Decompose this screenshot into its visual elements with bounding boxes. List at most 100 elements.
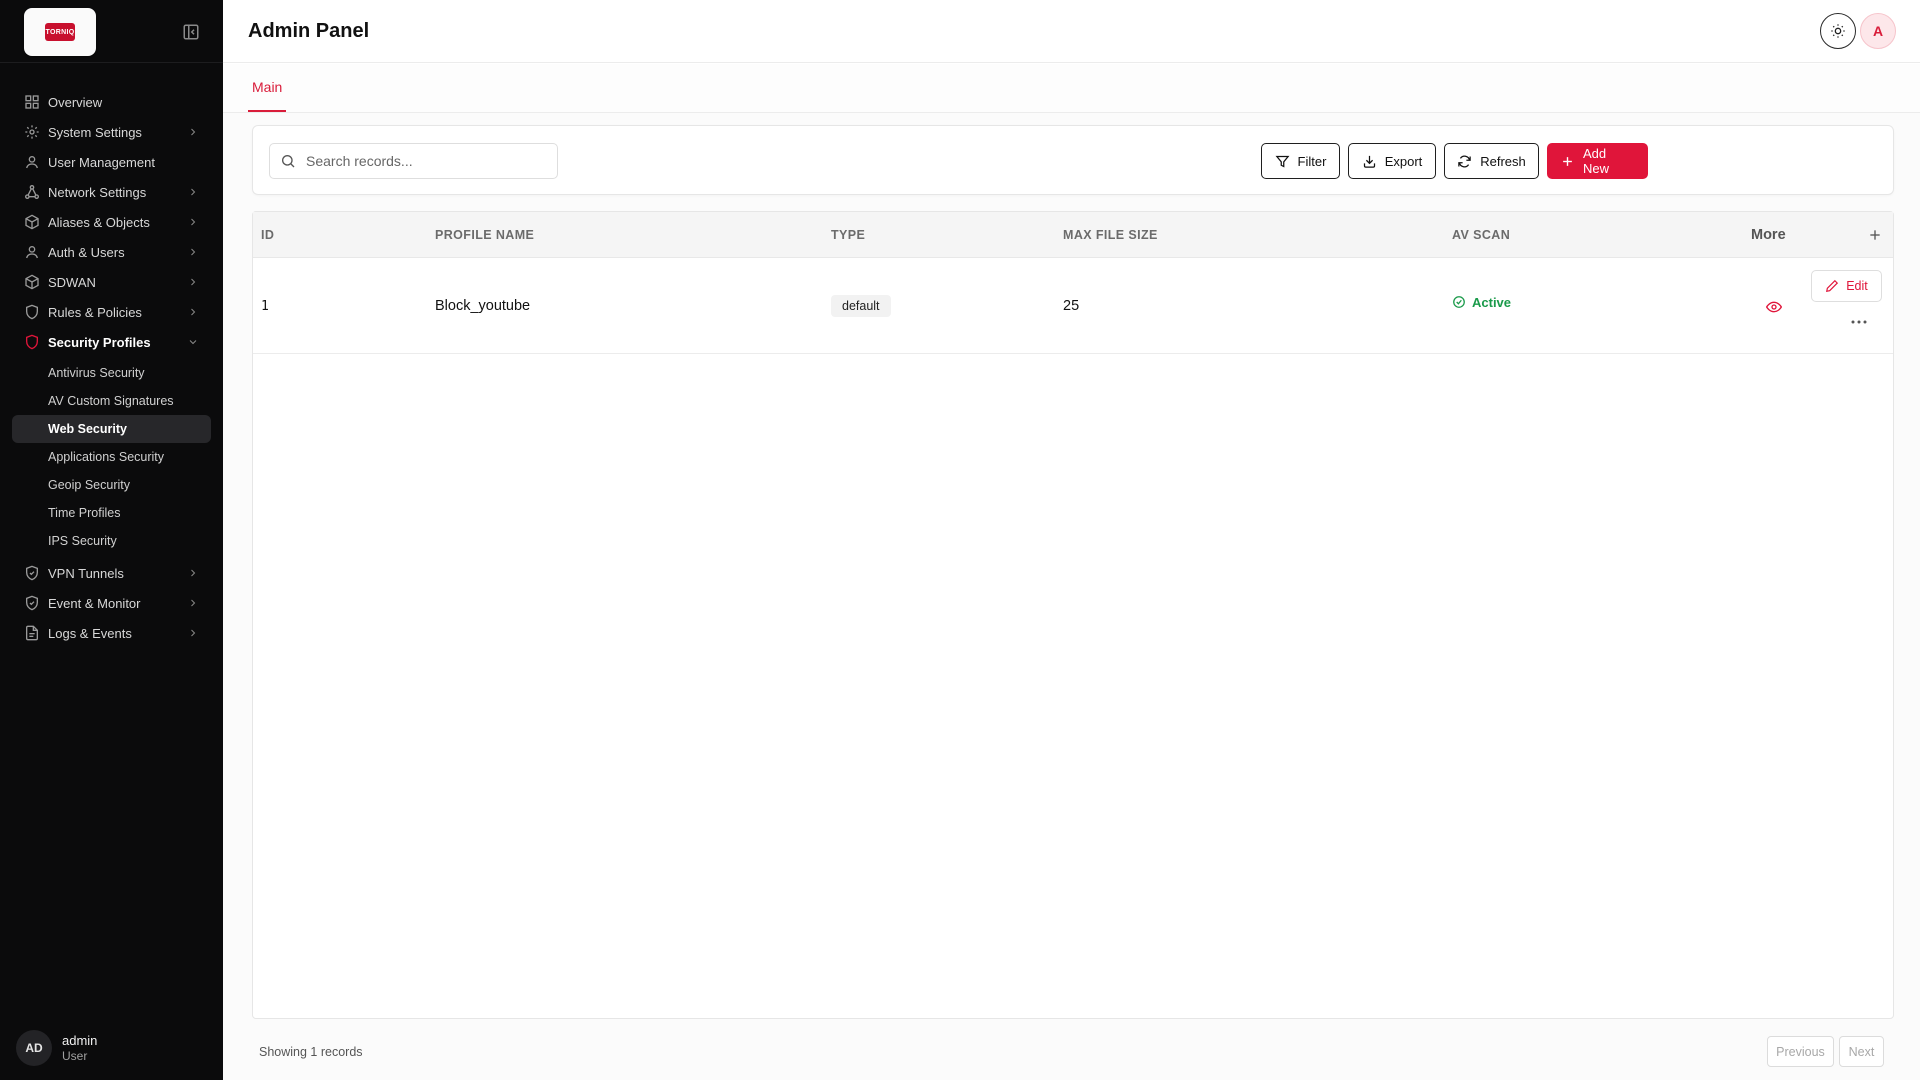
tab-main[interactable]: Main [248, 64, 287, 112]
sidebar-item-network-settings[interactable]: Network Settings [0, 177, 223, 207]
column-header-av-scan[interactable]: AV SCAN [1452, 212, 1510, 258]
sidebar-item-aliases-objects[interactable]: Aliases & Objects [0, 207, 223, 237]
column-header-max-file-size[interactable]: MAX FILE SIZE [1063, 212, 1158, 258]
chevron-right-icon [187, 276, 199, 288]
search-input[interactable] [306, 153, 546, 169]
sidebar-item-label: User Management [48, 154, 155, 170]
filter-button[interactable]: Filter [1261, 143, 1340, 179]
sidebar-item-overview[interactable]: Overview [0, 87, 223, 117]
previous-page-button[interactable]: Previous [1767, 1036, 1834, 1067]
sidebar: TORNIQ Overview System Settings User Man… [0, 0, 223, 1080]
sidebar-item-label: Aliases & Objects [48, 214, 150, 230]
tab-bar: Main [223, 64, 1920, 113]
export-button[interactable]: Export [1348, 143, 1436, 179]
sidebar-item-label: Overview [48, 94, 103, 110]
download-icon [1362, 154, 1377, 169]
chevron-right-icon [187, 186, 199, 198]
grid-icon [24, 94, 40, 110]
toolbar: Filter Export Refresh Add New [252, 125, 1894, 195]
sidebar-subitem-geoip-security[interactable]: Geoip Security [12, 471, 211, 499]
page-title: Admin Panel [248, 19, 370, 42]
brand-logo-mark: TORNIQ [45, 23, 75, 41]
sidebar-subitem-ips-security[interactable]: IPS Security [12, 527, 211, 555]
sidebar-item-label: VPN Tunnels [48, 565, 124, 581]
edit-button[interactable]: Edit [1811, 270, 1882, 302]
main-content: Filter Export Refresh Add New ID PROFILE… [223, 113, 1920, 1080]
refresh-icon [1457, 154, 1472, 169]
sidebar-item-label: Network Settings [48, 184, 147, 200]
user-icon [24, 154, 40, 170]
cell-av-scan: Active [1452, 254, 1511, 350]
status-badge: Active [1452, 295, 1511, 310]
sidebar-item-label: Logs & Events [48, 625, 132, 641]
cell-id: 1 [261, 298, 269, 314]
sidebar-item-label: System Settings [48, 124, 142, 140]
table-row[interactable]: 1 Block_youtube default 25 Active Edit [253, 258, 1893, 354]
file-icon [24, 625, 40, 641]
sidebar-subitem-web-security[interactable]: Web Security [12, 415, 211, 443]
cell-profile-name: Block_youtube [435, 298, 531, 314]
sidebar-item-label: SDWAN [48, 274, 96, 290]
refresh-button[interactable]: Refresh [1444, 143, 1539, 179]
brand-logo[interactable]: TORNIQ [24, 8, 96, 56]
column-header-more[interactable]: More [1751, 212, 1786, 258]
more-options-icon[interactable] [1849, 314, 1869, 330]
sidebar-item-rules-policies[interactable]: Rules & Policies [0, 297, 223, 327]
add-column-icon[interactable] [1867, 227, 1883, 243]
shield-check-icon [24, 595, 40, 611]
sidebar-item-auth-users[interactable]: Auth & Users [0, 237, 223, 267]
type-badge: default [831, 295, 891, 317]
top-header: Admin Panel A [223, 0, 1920, 63]
sidebar-item-user-management[interactable]: User Management [0, 147, 223, 177]
sidebar-item-label: Event & Monitor [48, 595, 141, 611]
record-count: Showing 1 records [259, 1045, 363, 1059]
records-table: ID PROFILE NAME TYPE MAX FILE SIZE AV SC… [252, 211, 1894, 1019]
column-header-id[interactable]: ID [261, 212, 274, 258]
chevron-right-icon [187, 246, 199, 258]
status-label: Active [1472, 294, 1512, 310]
sidebar-subitem-av-custom-signatures[interactable]: AV Custom Signatures [12, 387, 211, 415]
shield-icon [24, 334, 40, 350]
sidebar-subitem-time-profiles[interactable]: Time Profiles [12, 499, 211, 527]
sidebar-item-event-monitor[interactable]: Event & Monitor [0, 588, 223, 618]
refresh-label: Refresh [1480, 153, 1526, 169]
sidebar-user[interactable]: AD admin User [16, 1030, 97, 1066]
sidebar-subitem-applications-security[interactable]: Applications Security [12, 443, 211, 471]
sidebar-item-logs-events[interactable]: Logs & Events [0, 618, 223, 648]
sidebar-item-label: Auth & Users [48, 244, 125, 260]
shield-icon [24, 304, 40, 320]
user-name: admin [62, 1033, 98, 1048]
network-icon [24, 184, 40, 200]
chevron-right-icon [187, 597, 199, 609]
theme-toggle-button[interactable] [1820, 13, 1856, 49]
sidebar-item-vpn-tunnels[interactable]: VPN Tunnels [0, 558, 223, 588]
add-new-button[interactable]: Add New [1547, 143, 1648, 179]
sidebar-item-sdwan[interactable]: SDWAN [0, 267, 223, 297]
pencil-icon [1825, 279, 1839, 293]
sidebar-nav: Overview System Settings User Management… [0, 87, 223, 648]
check-circle-icon [1452, 295, 1466, 309]
column-header-type[interactable]: TYPE [831, 212, 865, 258]
user-role: User [62, 1049, 88, 1063]
sidebar-item-system-settings[interactable]: System Settings [0, 117, 223, 147]
user-avatar-button[interactable]: A [1860, 13, 1896, 49]
sidebar-item-label: Rules & Policies [48, 304, 142, 320]
chevron-right-icon [187, 216, 199, 228]
column-header-profile-name[interactable]: PROFILE NAME [435, 212, 534, 258]
chevron-down-icon [187, 336, 199, 348]
filter-label: Filter [1297, 153, 1327, 169]
chevron-right-icon [187, 567, 199, 579]
sidebar-item-security-profiles[interactable]: Security Profiles [0, 327, 223, 357]
shield-check-icon [24, 565, 40, 581]
view-eye-icon[interactable] [1765, 299, 1783, 315]
edit-label: Edit [1846, 279, 1868, 293]
sidebar-subitem-antivirus-security[interactable]: Antivirus Security [12, 359, 211, 387]
cell-type: default [831, 258, 891, 354]
sidebar-header: TORNIQ [0, 0, 223, 63]
avatar: AD [16, 1030, 52, 1066]
sun-icon [1830, 23, 1846, 39]
export-label: Export [1384, 153, 1423, 169]
next-page-button[interactable]: Next [1839, 1036, 1884, 1067]
sidebar-collapse-icon[interactable] [182, 23, 200, 41]
chevron-right-icon [187, 126, 199, 138]
